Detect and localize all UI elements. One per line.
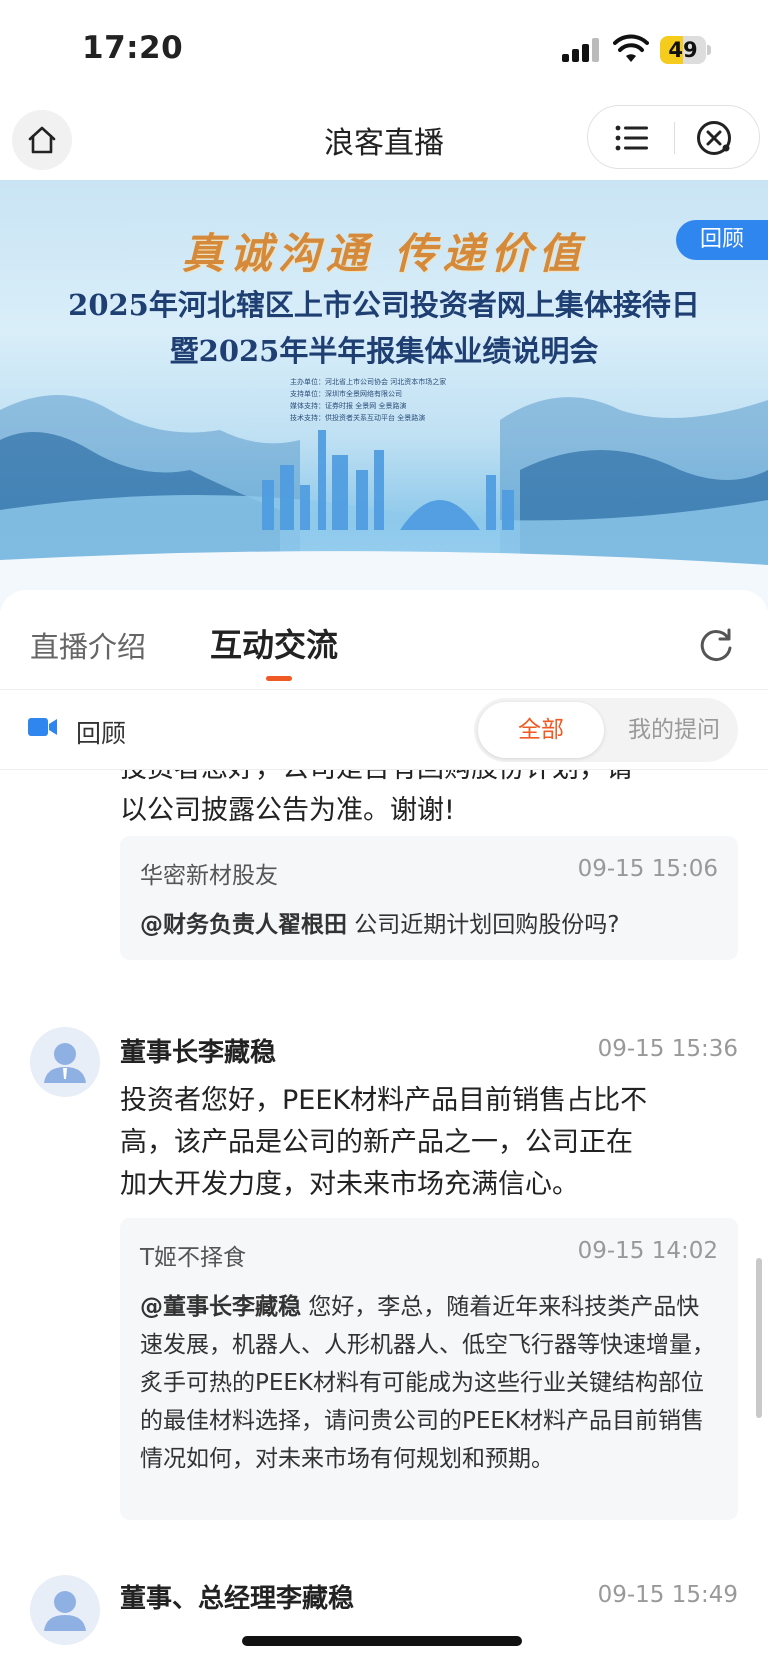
- post-author: 董事、总经理李藏稳: [120, 1584, 355, 1614]
- live-banner[interactable]: 真诚沟通 传递价值 2025年河北辖区上市公司投资者网上集体接待日 暨2025年…: [0, 180, 768, 610]
- status-time: 17:20: [82, 30, 184, 66]
- post-time: 09-15 15:49: [597, 1582, 738, 1608]
- question-time: 09-15 15:06: [577, 856, 718, 882]
- question-quote[interactable]: T姬不择食 09-15 14:02 @董事长李藏稳 您好，李总，随着近年来科技类…: [120, 1218, 738, 1520]
- filter-all-button[interactable]: 全部: [478, 702, 604, 758]
- filter-my-questions-button[interactable]: 我的提问: [614, 702, 734, 758]
- cellular-signal-icon: [562, 38, 600, 62]
- question-time: 09-15 14:02: [577, 1238, 718, 1264]
- banner-title: 2025年河北辖区上市公司投资者网上集体接待日: [68, 288, 700, 322]
- answer-line: 高，该产品是公司的新产品之一，公司正在: [120, 1127, 633, 1158]
- banner-organizer-line: 媒体支持：证券时报 全景网 全景路演: [290, 402, 407, 410]
- content-sheet: 直播介绍 互动交流 回顾 全部 我的提问 投资者您好，公司是否有回购股份计划，请…: [0, 590, 768, 1663]
- filter-segmented-control: 全部 我的提问: [474, 698, 738, 762]
- nav-bar: 浪客直播: [0, 100, 768, 180]
- banner-organizer-line: 主办单位：河北省上市公司协会 河北资本市场之家: [290, 378, 447, 386]
- banner-subtitle: 暨2025年半年报集体业绩说明会: [169, 334, 599, 368]
- question-quote[interactable]: 华密新材股友 09-15 15:06 @财务负责人翟根田 公司近期计划回购股份吗…: [120, 836, 738, 960]
- home-indicator[interactable]: [242, 1636, 522, 1646]
- user-avatar-icon: [44, 1043, 86, 1083]
- video-camera-icon: [28, 718, 57, 736]
- battery-level: 49: [668, 38, 698, 62]
- close-circle-icon: [697, 121, 731, 155]
- answer-line: 投资者您好，PEEK材料产品目前销售占比不: [120, 1085, 648, 1116]
- scrollbar[interactable]: [756, 1258, 762, 1418]
- question-text: @财务负责人翟根田 公司近期计划回购股份吗?: [140, 906, 718, 944]
- banner-organizer-line: 支持单位：深圳市全景网络有限公司: [290, 390, 402, 398]
- close-button[interactable]: [692, 118, 736, 158]
- status-bar: 17:20 49: [0, 0, 768, 100]
- banner-slogan: 真诚沟通 传递价值: [181, 229, 587, 278]
- active-tab-indicator: [266, 676, 292, 681]
- answer-line: 以公司披露公告为准。谢谢!: [120, 795, 455, 826]
- qa-feed: 投资者您好，公司是否有回购股份计划，请 以公司披露公告为准。谢谢! 华密新材股友…: [0, 770, 768, 1663]
- answer-text: 投资者您好，PEEK材料产品目前销售占比不 高，该产品是公司的新产品之一，公司正…: [120, 1080, 738, 1206]
- filter-bar: 回顾 全部 我的提问: [0, 690, 768, 770]
- refresh-icon[interactable]: [696, 626, 736, 666]
- tab-live-intro[interactable]: 直播介绍: [30, 624, 146, 666]
- menu-button[interactable]: [610, 118, 654, 158]
- avatar: [30, 1575, 100, 1645]
- question-mention: @董事长李藏稳: [140, 1294, 301, 1320]
- post-time: 09-15 15:36: [597, 1036, 738, 1062]
- avatar: [30, 1027, 100, 1097]
- battery-icon: 49: [660, 36, 711, 64]
- banner-organizers: 主办单位：河北省上市公司协会 河北资本市场之家 支持单位：深圳市全景网络有限公司…: [290, 376, 446, 424]
- list-menu-icon: [615, 125, 648, 151]
- question-user: 华密新材股友: [140, 863, 278, 889]
- answer-line: 加大开发力度，对未来市场充满信心。: [120, 1169, 579, 1200]
- question-mention: @财务负责人翟根田: [140, 912, 347, 938]
- tab-interaction[interactable]: 互动交流: [210, 620, 338, 666]
- wifi-icon: [613, 34, 649, 62]
- tab-bar: 直播介绍 互动交流: [0, 590, 768, 690]
- banner-organizer-line: 技术支持：供投资者关系互动平台 全景路演: [290, 414, 426, 422]
- question-text: @董事长李藏稳 您好，李总，随着近年来科技类产品快速发展，机器人、人形机器人、低…: [140, 1288, 718, 1478]
- answer-line: 投资者您好，公司是否有回购股份计划，请: [120, 770, 720, 790]
- replay-label[interactable]: 回顾: [76, 714, 126, 750]
- post-author: 董事长李藏稳: [120, 1038, 277, 1068]
- mini-program-capsule: [587, 105, 760, 169]
- answer-text-partial: 投资者您好，公司是否有回购股份计划，请 以公司披露公告为准。谢谢!: [120, 770, 720, 832]
- user-avatar-icon: [44, 1591, 86, 1631]
- question-user: T姬不择食: [140, 1245, 247, 1271]
- question-content: 公司近期计划回购股份吗?: [347, 912, 620, 938]
- replay-badge[interactable]: 回顾: [676, 220, 768, 260]
- question-content: 您好，李总，随着近年来科技类产品快速发展，机器人、人形机器人、低空飞行器等快速增…: [140, 1294, 715, 1472]
